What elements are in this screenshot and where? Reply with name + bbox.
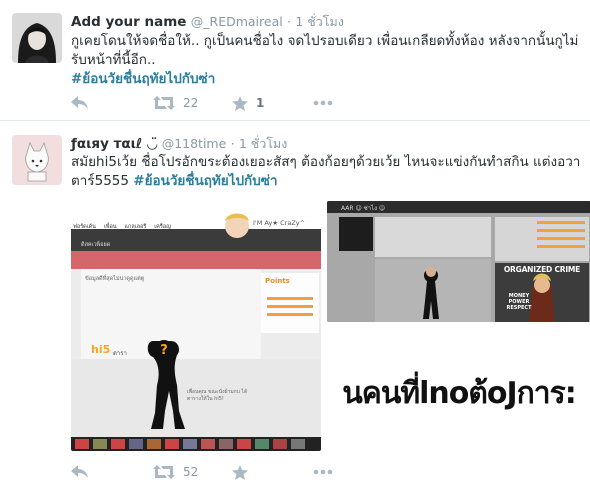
favorite-button[interactable] xyxy=(232,462,248,482)
star-icon xyxy=(232,95,248,111)
display-name[interactable]: Add your name xyxy=(71,14,186,30)
hi5-logo: hi5 xyxy=(91,343,111,356)
reply-button[interactable] xyxy=(71,462,89,482)
hi5-nav-item: เครือญ xyxy=(154,224,171,230)
retweet-count: 52 xyxy=(183,465,199,479)
more-icon xyxy=(313,469,333,475)
tweet-text: สมัยhi5เว้ย ชื่อโปรอักขระต้องเยอะสัสๆ ต้… xyxy=(71,153,581,191)
reply-icon xyxy=(71,465,89,479)
reply-button[interactable] xyxy=(71,93,89,113)
retweet-button[interactable]: 22 xyxy=(153,93,198,113)
hi5-nav: ฟอร์ดเด้น เพื่อน แกลเลอรี เครือญ xyxy=(73,223,171,231)
tweet-text: กูเคยโดนให้จดชื่อให้.. กูเป็นคนชื่อไง จด… xyxy=(71,32,581,89)
retweet-icon xyxy=(153,96,175,110)
tweet[interactable]: ƒαιяу тαιℓ ◡̈ @118time · 1 ชั่วโมง สมัยh… xyxy=(0,121,590,496)
avatar[interactable] xyxy=(12,13,62,63)
hashtag-link[interactable]: #ย้อนวัยชื่นฤทัยไปกับซ่า xyxy=(133,173,277,189)
retweet-icon xyxy=(153,465,175,479)
timestamp[interactable]: 1 ชั่วโมง xyxy=(295,14,344,29)
tweet-body: กูเคยโดนให้จดชื่อให้.. กูเป็นคนชื่อไง จด… xyxy=(71,33,579,68)
banner-text: นคนที่lnoต้oJการ: xyxy=(342,376,577,411)
favorite-count: 1 xyxy=(256,96,265,110)
tweet-header: ƒαιяу тαιℓ ◡̈ @118time · 1 ชั่วโมง xyxy=(71,134,287,154)
more-icon xyxy=(313,100,333,106)
hi5-caption: เพื่อนคุณ ขณะนั่งผ้ามกบ ได้ตารางให้ใน hi… xyxy=(187,389,248,402)
reply-icon xyxy=(71,96,89,110)
hi5-logo-sub: ดารา xyxy=(113,350,127,357)
hi5-nav-item: ฟอร์ดเด้น xyxy=(73,224,96,230)
separator-dot: · xyxy=(287,14,292,29)
game-logo: ORGANIZED CRIME xyxy=(503,265,581,274)
hi5-panel-title: Points xyxy=(265,277,290,285)
game-username: AAR ☺ ซ่าไง ☺ xyxy=(341,205,386,212)
hi5-username: I'M Ay★ CraZy^ xyxy=(253,219,306,227)
game-screenshot-image xyxy=(327,201,590,322)
hi5-profile-image: ? xyxy=(71,201,321,451)
svg-text:?: ? xyxy=(160,343,168,358)
star-icon xyxy=(232,464,248,480)
retweet-button[interactable]: 52 xyxy=(153,462,198,482)
more-button[interactable] xyxy=(313,462,333,482)
username-handle[interactable]: @118time xyxy=(162,136,227,151)
hi5-list-header: ข้อมูลดีที่สุดไม่น่าดูดูแต่ตู xyxy=(85,276,145,282)
hi5-nav-item: แกลเลอรี xyxy=(124,224,147,230)
timestamp[interactable]: 1 ชั่วโมง xyxy=(239,136,288,151)
hi5-nav-item: เพื่อน xyxy=(103,224,117,230)
media-photo-game[interactable]: AAR ☺ ซ่าไง ☺ ORGANIZED CRIME MONEY POWE… xyxy=(327,201,590,322)
username-handle[interactable]: @_REDmaireal xyxy=(191,14,283,29)
separator-dot: · xyxy=(230,136,235,151)
game-subtitle: MONEY POWER RESPECT xyxy=(506,293,532,311)
retweet-count: 22 xyxy=(183,96,199,110)
display-name[interactable]: ƒαιяу тαιℓ ◡̈ xyxy=(71,136,157,152)
avatar[interactable] xyxy=(12,135,62,185)
more-button[interactable] xyxy=(313,93,333,113)
hi5-subnav: ดิสคเวพ็อยด xyxy=(81,242,111,248)
tweet-header: Add your name @_REDmaireal · 1 ชั่วโมง xyxy=(71,12,344,32)
media-photo-text-banner[interactable]: นคนที่lnoต้oJการ: xyxy=(327,326,590,451)
hashtag-link[interactable]: #ย้อนวัยชื่นฤทัยไปกับซ่า xyxy=(71,71,215,87)
favorite-button[interactable]: 1 xyxy=(232,93,264,113)
tweet[interactable]: Add your name @_REDmaireal · 1 ชั่วโมง ก… xyxy=(0,0,590,121)
media-photo-hi5-profile[interactable]: ? ฟอร์ดเด้น เพื่อน แกลเลอรี เครือญ ดิสคเ… xyxy=(71,201,321,451)
